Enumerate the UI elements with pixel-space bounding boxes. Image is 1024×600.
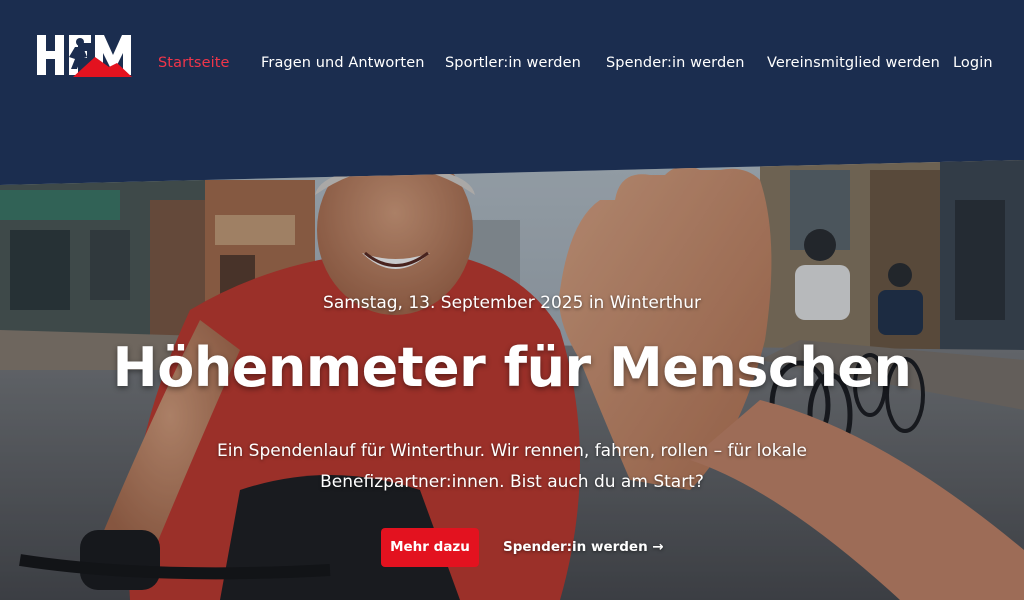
hero-lead: Ein Spendenlauf für Winterthur. Wir renn…	[217, 441, 807, 492]
nav-item-startseite[interactable]: Startseite	[158, 55, 230, 71]
hero-title: Höhenmeter für Menschen	[112, 336, 912, 399]
main-nav: Startseite Fragen und Antworten Sportler…	[0, 55, 1024, 75]
nav-item-login[interactable]: Login	[953, 55, 993, 71]
spender-werden-link[interactable]: Spender:in werden →	[503, 539, 664, 555]
nav-item-sportler-werden[interactable]: Sportler:in werden	[445, 55, 581, 71]
mehr-dazu-button[interactable]: Mehr dazu	[381, 528, 479, 567]
nav-item-spender-werden[interactable]: Spender:in werden	[606, 55, 745, 71]
site-header: Startseite Fragen und Antworten Sportler…	[0, 0, 1024, 130]
hero-section: Samstag, 13. September 2025 in Winterthu…	[0, 160, 1024, 600]
page: Startseite Fragen und Antworten Sportler…	[0, 0, 1024, 600]
nav-item-fragen-und-antworten[interactable]: Fragen und Antworten	[261, 55, 425, 71]
event-date: Samstag, 13. September 2025 in Winterthu…	[323, 293, 701, 313]
nav-item-vereinsmitglied-werden[interactable]: Vereinsmitglied werden	[767, 55, 940, 71]
